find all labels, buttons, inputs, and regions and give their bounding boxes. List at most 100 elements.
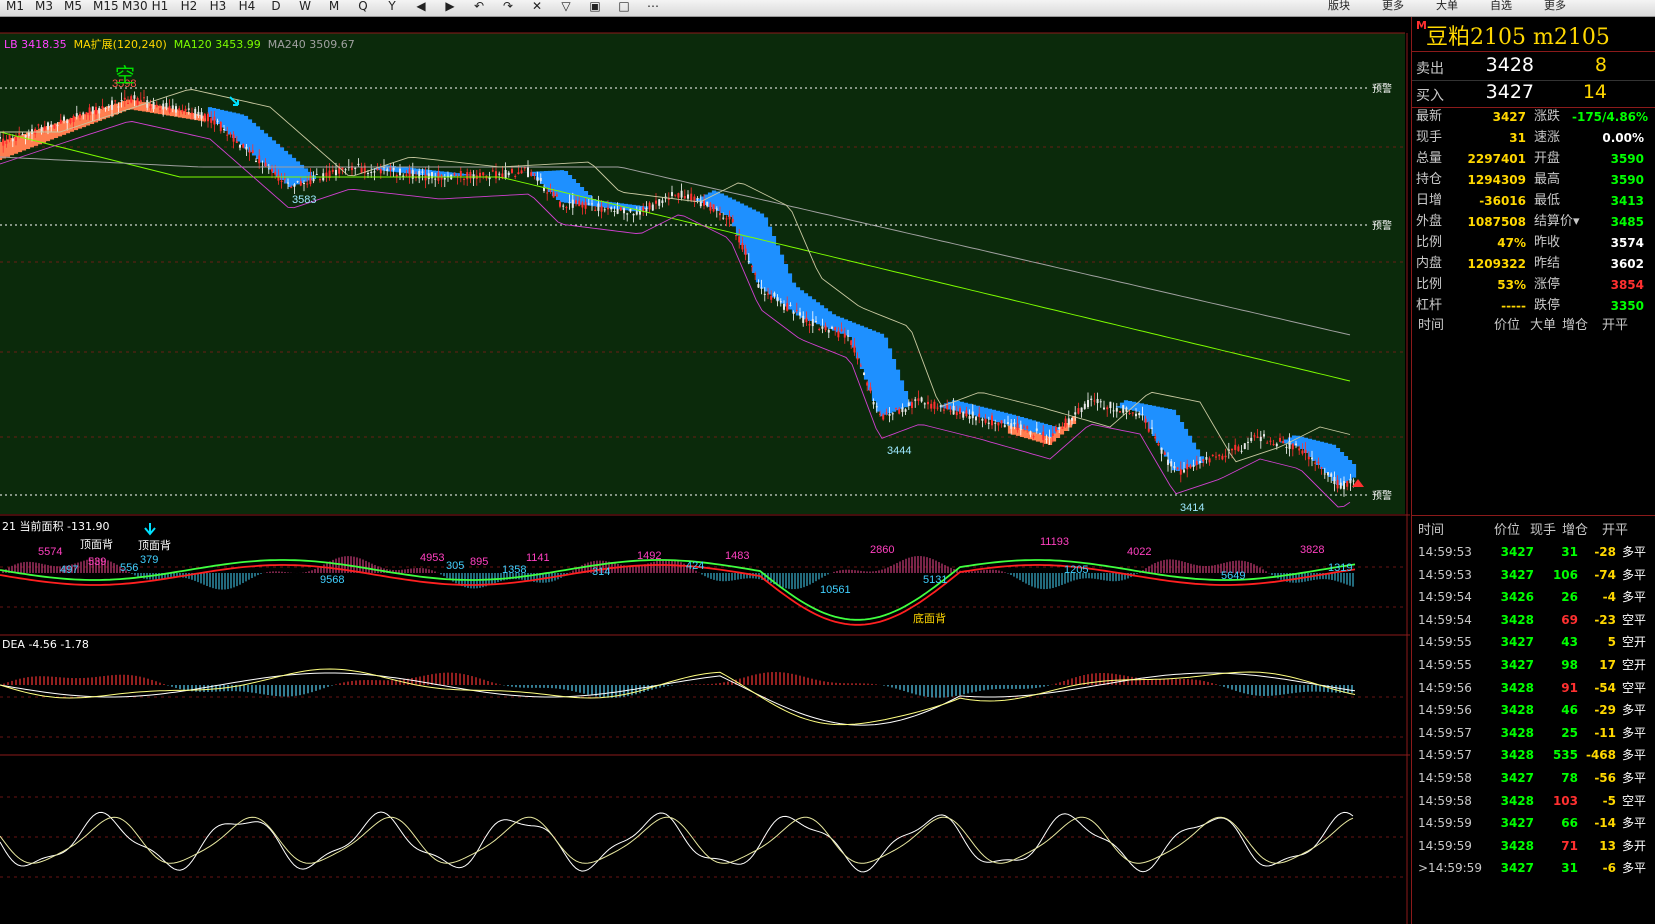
candle-body <box>520 170 523 174</box>
candle-body <box>952 405 955 415</box>
toolbar-button[interactable]: M3 <box>35 0 53 14</box>
tick-row[interactable]: 14:59:56 3428 91 -54 空平 <box>1412 677 1655 700</box>
toolbar-button[interactable]: M1 <box>6 0 24 14</box>
column-header: 价位 <box>1494 318 1521 333</box>
candle-body <box>1234 444 1237 451</box>
tick-price: 3428 <box>1500 793 1534 808</box>
tick-oi-change: -5 <box>1602 793 1616 808</box>
tick-row[interactable]: 14:59:57 3428 535 -468 多平 <box>1412 744 1655 767</box>
candle-body <box>232 134 235 142</box>
candle-body <box>671 192 673 196</box>
toolbar-button[interactable]: H1 <box>151 0 169 14</box>
candle-body <box>1080 407 1083 413</box>
candle-body <box>546 192 549 194</box>
tick-row[interactable]: 14:59:55 3427 98 17 空开 <box>1412 654 1655 677</box>
candle-body <box>770 295 773 300</box>
tick-row[interactable]: 14:59:57 3428 25 -11 多平 <box>1412 722 1655 745</box>
toolbar-button[interactable]: D <box>267 0 285 14</box>
candle-body <box>1256 436 1259 438</box>
candle-body <box>920 397 923 402</box>
price-annotation: 3414 <box>1180 502 1204 514</box>
candle-body <box>898 408 901 414</box>
toolbar-button[interactable]: M15 <box>93 0 119 14</box>
candle-body <box>8 134 11 140</box>
candle-body <box>162 103 165 110</box>
toolbar-menu-item[interactable]: 更多 <box>1541 0 1569 14</box>
candle-body <box>763 293 766 295</box>
candle-body <box>315 173 318 175</box>
toolbar-button[interactable]: W <box>296 0 314 14</box>
kline-chart[interactable]: 预警预警预警3598358334443414空5574539 4953 895 114… <box>0 17 1410 924</box>
candle-body <box>648 202 651 210</box>
toolbar-button[interactable]: M30 <box>122 0 148 14</box>
candle-body <box>98 107 101 114</box>
toolbar-button[interactable]: ▽ <box>557 0 575 14</box>
quote-row: 比例 47% 昨收 3574 <box>1412 232 1655 254</box>
candle-body <box>786 303 789 311</box>
candle-body <box>299 181 302 186</box>
toolbar-button[interactable]: □ <box>615 0 633 14</box>
tick-row[interactable]: 14:59:54 3426 26 -4 多平 <box>1412 586 1655 609</box>
tick-volume: 26 <box>1561 590 1578 605</box>
tick-row[interactable]: 14:59:58 3427 78 -56 多平 <box>1412 767 1655 790</box>
candle-body <box>373 171 376 173</box>
candle-body <box>578 200 581 207</box>
tick-type: 多平 <box>1622 816 1647 831</box>
candle-body <box>607 207 609 210</box>
tick-price: 3428 <box>1500 703 1534 718</box>
toolbar-button[interactable]: H3 <box>209 0 227 14</box>
chart-area[interactable]: 预警 预警 预警 3598 3583 3444 3414 空 5574 539 4953 895 114… <box>0 17 1410 924</box>
tick-row[interactable]: >14:59:59 3427 31 -6 多平 <box>1412 857 1655 880</box>
toolbar-button[interactable]: ◀ <box>412 0 430 14</box>
candle-body <box>85 112 88 115</box>
sell-price: 3428 <box>1485 54 1534 76</box>
candle-body <box>936 407 939 409</box>
toolbar-button[interactable]: ▣ <box>586 0 604 14</box>
tick-row[interactable]: 14:59:53 3427 31 -28 多平 <box>1412 541 1655 564</box>
quote-row: 外盘 1087508 结算价▾ 3485 <box>1412 211 1655 233</box>
quote-label: 内盘 <box>1416 256 1443 271</box>
toolbar-menu-item[interactable]: 版块 <box>1325 0 1353 14</box>
tick-row[interactable]: 14:59:59 3427 66 -14 多平 <box>1412 812 1655 835</box>
toolbar-button[interactable]: Q <box>354 0 372 14</box>
tick-row[interactable]: 14:59:58 3428 103 -5 空平 <box>1412 790 1655 813</box>
candle-body <box>443 177 446 180</box>
tick-volume: 535 <box>1552 748 1578 763</box>
tick-row[interactable]: 14:59:53 3427 106 -74 多平 <box>1412 564 1655 587</box>
toolbar-button[interactable]: ⋯ <box>644 0 662 14</box>
tick-row[interactable]: 14:59:55 3427 43 5 空开 <box>1412 631 1655 654</box>
toolbar-button[interactable]: Y <box>383 0 401 14</box>
toolbar-button[interactable]: ↶ <box>470 0 488 14</box>
candle-body <box>146 100 149 108</box>
toolbar-button[interactable]: ✕ <box>528 0 546 14</box>
toolbar-menu-item[interactable]: 大单 <box>1433 0 1461 14</box>
toolbar-menu-item[interactable]: 更多 <box>1379 0 1407 14</box>
toolbar-button[interactable]: M <box>325 0 343 14</box>
candle-body <box>1250 437 1253 441</box>
toolbar-button[interactable]: ▶ <box>441 0 459 14</box>
area-value: 2860 <box>870 544 894 556</box>
symbol-title[interactable]: 豆粕2105 m2105 <box>1426 19 1610 51</box>
candle-body <box>1157 443 1160 446</box>
candle-body <box>168 106 171 113</box>
toolbar-button[interactable]: H2 <box>180 0 198 14</box>
tick-row[interactable]: 14:59:56 3428 46 -29 多平 <box>1412 699 1655 722</box>
toolbar-menu-item[interactable]: 自选 <box>1487 0 1515 14</box>
candle-body <box>200 112 203 119</box>
tick-type: 空平 <box>1622 612 1647 627</box>
tick-row[interactable]: 14:59:59 3428 71 13 多开 <box>1412 835 1655 858</box>
candle-body <box>901 407 904 413</box>
candle-body <box>965 410 968 417</box>
candle-body <box>1333 477 1336 485</box>
toolbar-button[interactable]: ↷ <box>499 0 517 14</box>
toolbar-button[interactable]: H4 <box>238 0 256 14</box>
candle-body <box>824 325 827 331</box>
candle-body <box>744 248 747 256</box>
candle-body <box>1317 461 1320 464</box>
tick-row[interactable]: 14:59:54 3428 69 -23 空平 <box>1412 609 1655 632</box>
candle-body <box>37 124 40 126</box>
candle-body <box>872 401 875 405</box>
candle-body <box>600 206 603 212</box>
toolbar-button[interactable]: M5 <box>64 0 82 14</box>
candle-body <box>72 115 75 123</box>
